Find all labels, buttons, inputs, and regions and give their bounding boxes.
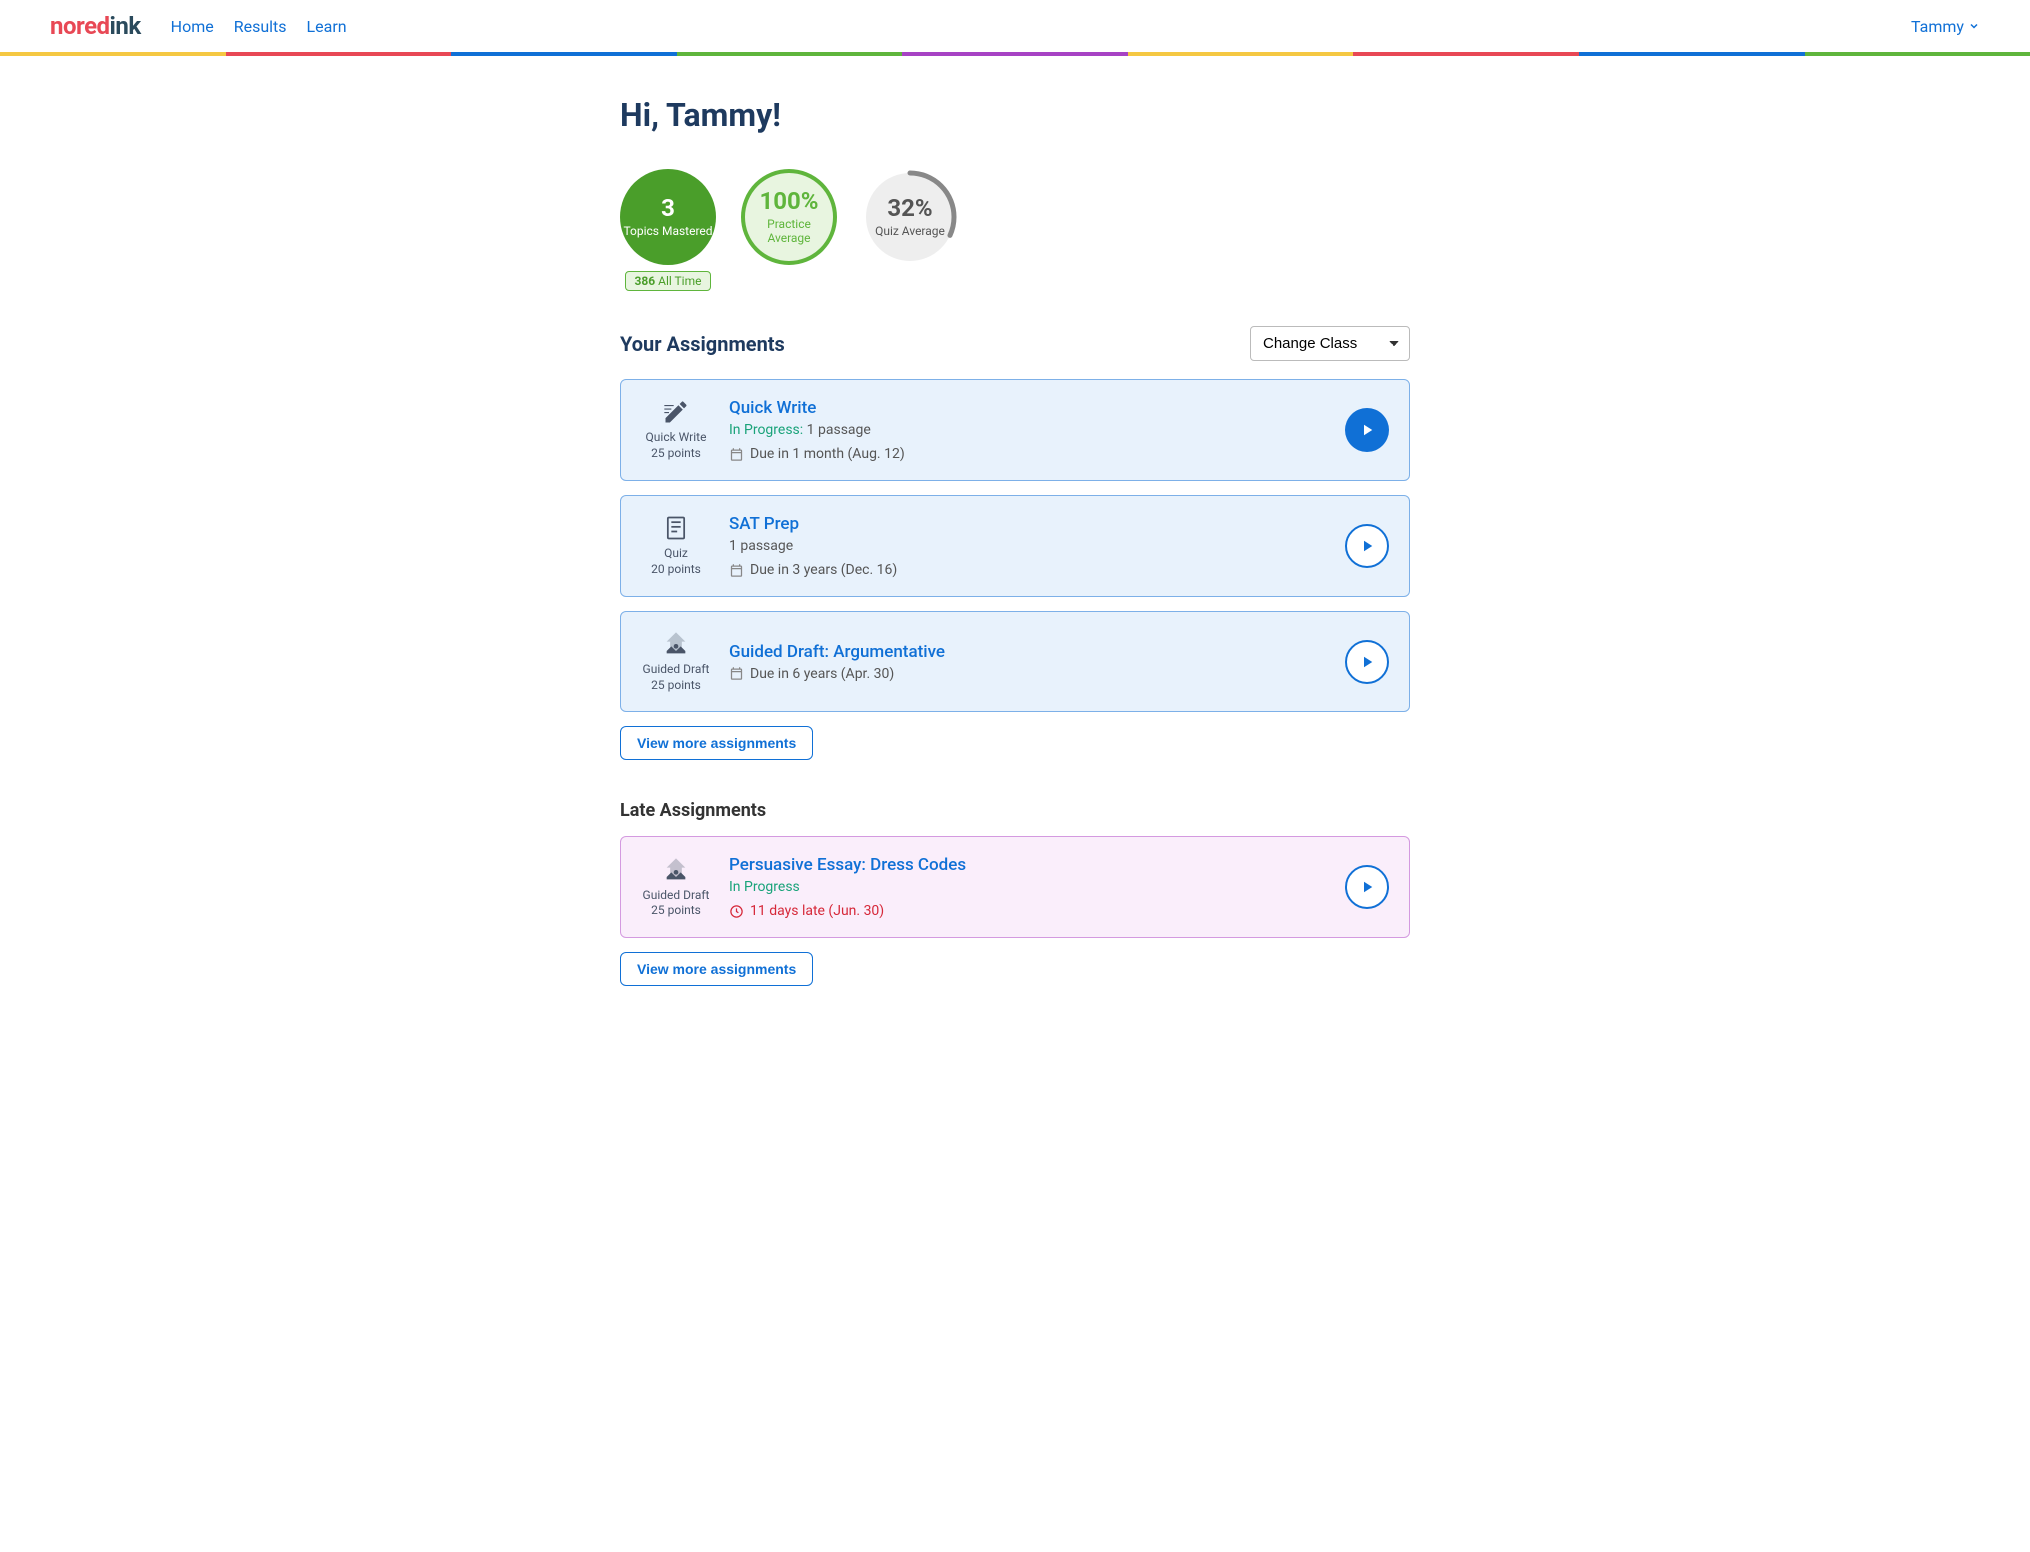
late-assignments-title: Late Assignments (620, 800, 1410, 821)
nav-results[interactable]: Results (234, 17, 287, 36)
chevron-down-icon (1968, 20, 1980, 32)
assignments-list: Quick Write25 pointsQuick WriteIn Progre… (620, 379, 1410, 712)
logo-part-red: red (76, 12, 110, 40)
view-more-late-button[interactable]: View more assignments (620, 952, 813, 986)
assignment-status: In Progress (729, 879, 1327, 895)
assignment-type-icon (662, 630, 690, 658)
assignment-card: Guided Draft25 points Persuasive Essay: D… (620, 836, 1410, 938)
assignment-type-icon (662, 398, 690, 426)
assignment-type-label: Quick Write (646, 430, 707, 446)
assignment-type-col: Quick Write25 points (641, 398, 711, 461)
assignment-body: SAT Prep 1 passage Due in 3 years (Dec. 16… (729, 514, 1327, 578)
play-icon (1358, 421, 1376, 439)
play-button[interactable] (1345, 524, 1389, 568)
status-detail: 1 passage (729, 538, 793, 554)
calendar-icon (729, 563, 744, 578)
assignment-title[interactable]: Persuasive Essay: Dress Codes (729, 855, 1327, 875)
assignment-card: Quiz20 points SAT Prep 1 passage Due in 3 y… (620, 495, 1410, 597)
top-header: noredink Home Results Learn Tammy (0, 0, 2030, 52)
status-in-progress: In Progress: (729, 422, 803, 438)
assignment-type-col: Guided Draft25 points (641, 856, 711, 919)
play-button[interactable] (1345, 640, 1389, 684)
due-text: Due in 6 years (Apr. 30) (750, 666, 894, 682)
stat-circle-practice: 100% Practice Average (741, 169, 837, 265)
assignment-type-col: Guided Draft25 points (641, 630, 711, 693)
assignment-card: Quick Write25 pointsQuick WriteIn Progre… (620, 379, 1410, 481)
assignment-type-icon (662, 856, 690, 884)
stats-row: 3 Topics Mastered 386 All Time 100% Prac… (620, 169, 1410, 291)
assignment-due: 11 days late (Jun. 30) (729, 903, 1327, 919)
stat-circle-mastered: 3 Topics Mastered (620, 169, 716, 265)
clock-icon (729, 904, 744, 919)
assignment-type-label: Guided Draft (643, 888, 710, 904)
user-menu[interactable]: Tammy (1911, 17, 1980, 36)
play-icon (1358, 537, 1376, 555)
calendar-icon (729, 447, 744, 462)
assignment-body: Guided Draft: Argumentative Due in 6 year… (729, 642, 1327, 682)
play-icon (1358, 878, 1376, 896)
assignment-points: 25 points (651, 446, 701, 462)
assignment-title[interactable]: Quick Write (729, 398, 1327, 418)
assignment-title[interactable]: Guided Draft: Argumentative (729, 642, 1327, 662)
status-in-progress: In Progress (729, 879, 800, 895)
assignment-type-label: Quiz (664, 546, 688, 562)
stat-badge-text: All Time (655, 274, 701, 288)
logo-part-ink: ink (110, 12, 141, 40)
assignment-body: Persuasive Essay: Dress Codes In Progress… (729, 855, 1327, 919)
play-button[interactable] (1345, 408, 1389, 452)
stat-value: 3 (661, 196, 675, 220)
stat-quiz-average: 32% Quiz Average (862, 169, 958, 265)
assignment-points: 25 points (651, 903, 701, 919)
assignment-type-col: Quiz20 points (641, 514, 711, 577)
logo-part-no: no (50, 12, 76, 40)
stat-practice-average: 100% Practice Average (741, 169, 837, 265)
due-text: 11 days late (Jun. 30) (750, 903, 884, 919)
stat-badge-num: 386 (634, 274, 655, 288)
assignment-due: Due in 1 month (Aug. 12) (729, 446, 1327, 462)
nav-links: Home Results Learn (171, 17, 347, 36)
due-text: Due in 1 month (Aug. 12) (750, 446, 905, 462)
assignment-points: 25 points (651, 678, 701, 694)
assignment-due: Due in 3 years (Dec. 16) (729, 562, 1327, 578)
assignment-title[interactable]: SAT Prep (729, 514, 1327, 534)
stat-value: 100% (759, 189, 818, 213)
play-button[interactable] (1345, 865, 1389, 909)
logo[interactable]: noredink (50, 12, 141, 40)
user-name: Tammy (1911, 17, 1964, 36)
greeting: Hi, Tammy! (620, 96, 1410, 134)
assignment-type-label: Guided Draft (643, 662, 710, 678)
stat-topics-mastered: 3 Topics Mastered 386 All Time (620, 169, 716, 291)
main-content: Hi, Tammy! 3 Topics Mastered 386 All Tim… (600, 56, 1430, 1026)
due-text: Due in 3 years (Dec. 16) (750, 562, 897, 578)
header-left: noredink Home Results Learn (50, 12, 347, 40)
assignment-points: 20 points (651, 562, 701, 578)
assignment-status: In Progress: 1 passage (729, 422, 1327, 438)
assignment-due: Due in 6 years (Apr. 30) (729, 666, 1327, 682)
color-bar (0, 52, 2030, 56)
nav-learn[interactable]: Learn (307, 17, 347, 36)
stat-label: Topics Mastered (623, 224, 712, 238)
nav-home[interactable]: Home (171, 17, 214, 36)
class-select[interactable]: Change Class (1250, 326, 1410, 361)
stat-value: 32% (887, 196, 932, 220)
stat-badge-alltime: 386 All Time (625, 271, 710, 291)
assignment-card: Guided Draft25 points Guided Draft: Argum… (620, 611, 1410, 712)
status-detail: 1 passage (803, 422, 871, 438)
stat-label: Practice Average (745, 217, 833, 246)
stat-label: Quiz Average (875, 224, 945, 238)
late-assignments-list: Guided Draft25 points Persuasive Essay: D… (620, 836, 1410, 938)
assignment-status: 1 passage (729, 538, 1327, 554)
play-icon (1358, 653, 1376, 671)
assignment-type-icon (662, 514, 690, 542)
calendar-icon (729, 666, 744, 681)
assignments-header: Your Assignments Change Class (620, 326, 1410, 361)
stat-circle-quiz: 32% Quiz Average (862, 169, 958, 265)
view-more-assignments-button[interactable]: View more assignments (620, 726, 813, 760)
assignment-body: Quick Write In Progress: 1 passage Due in … (729, 398, 1327, 462)
assignments-title: Your Assignments (620, 332, 785, 356)
